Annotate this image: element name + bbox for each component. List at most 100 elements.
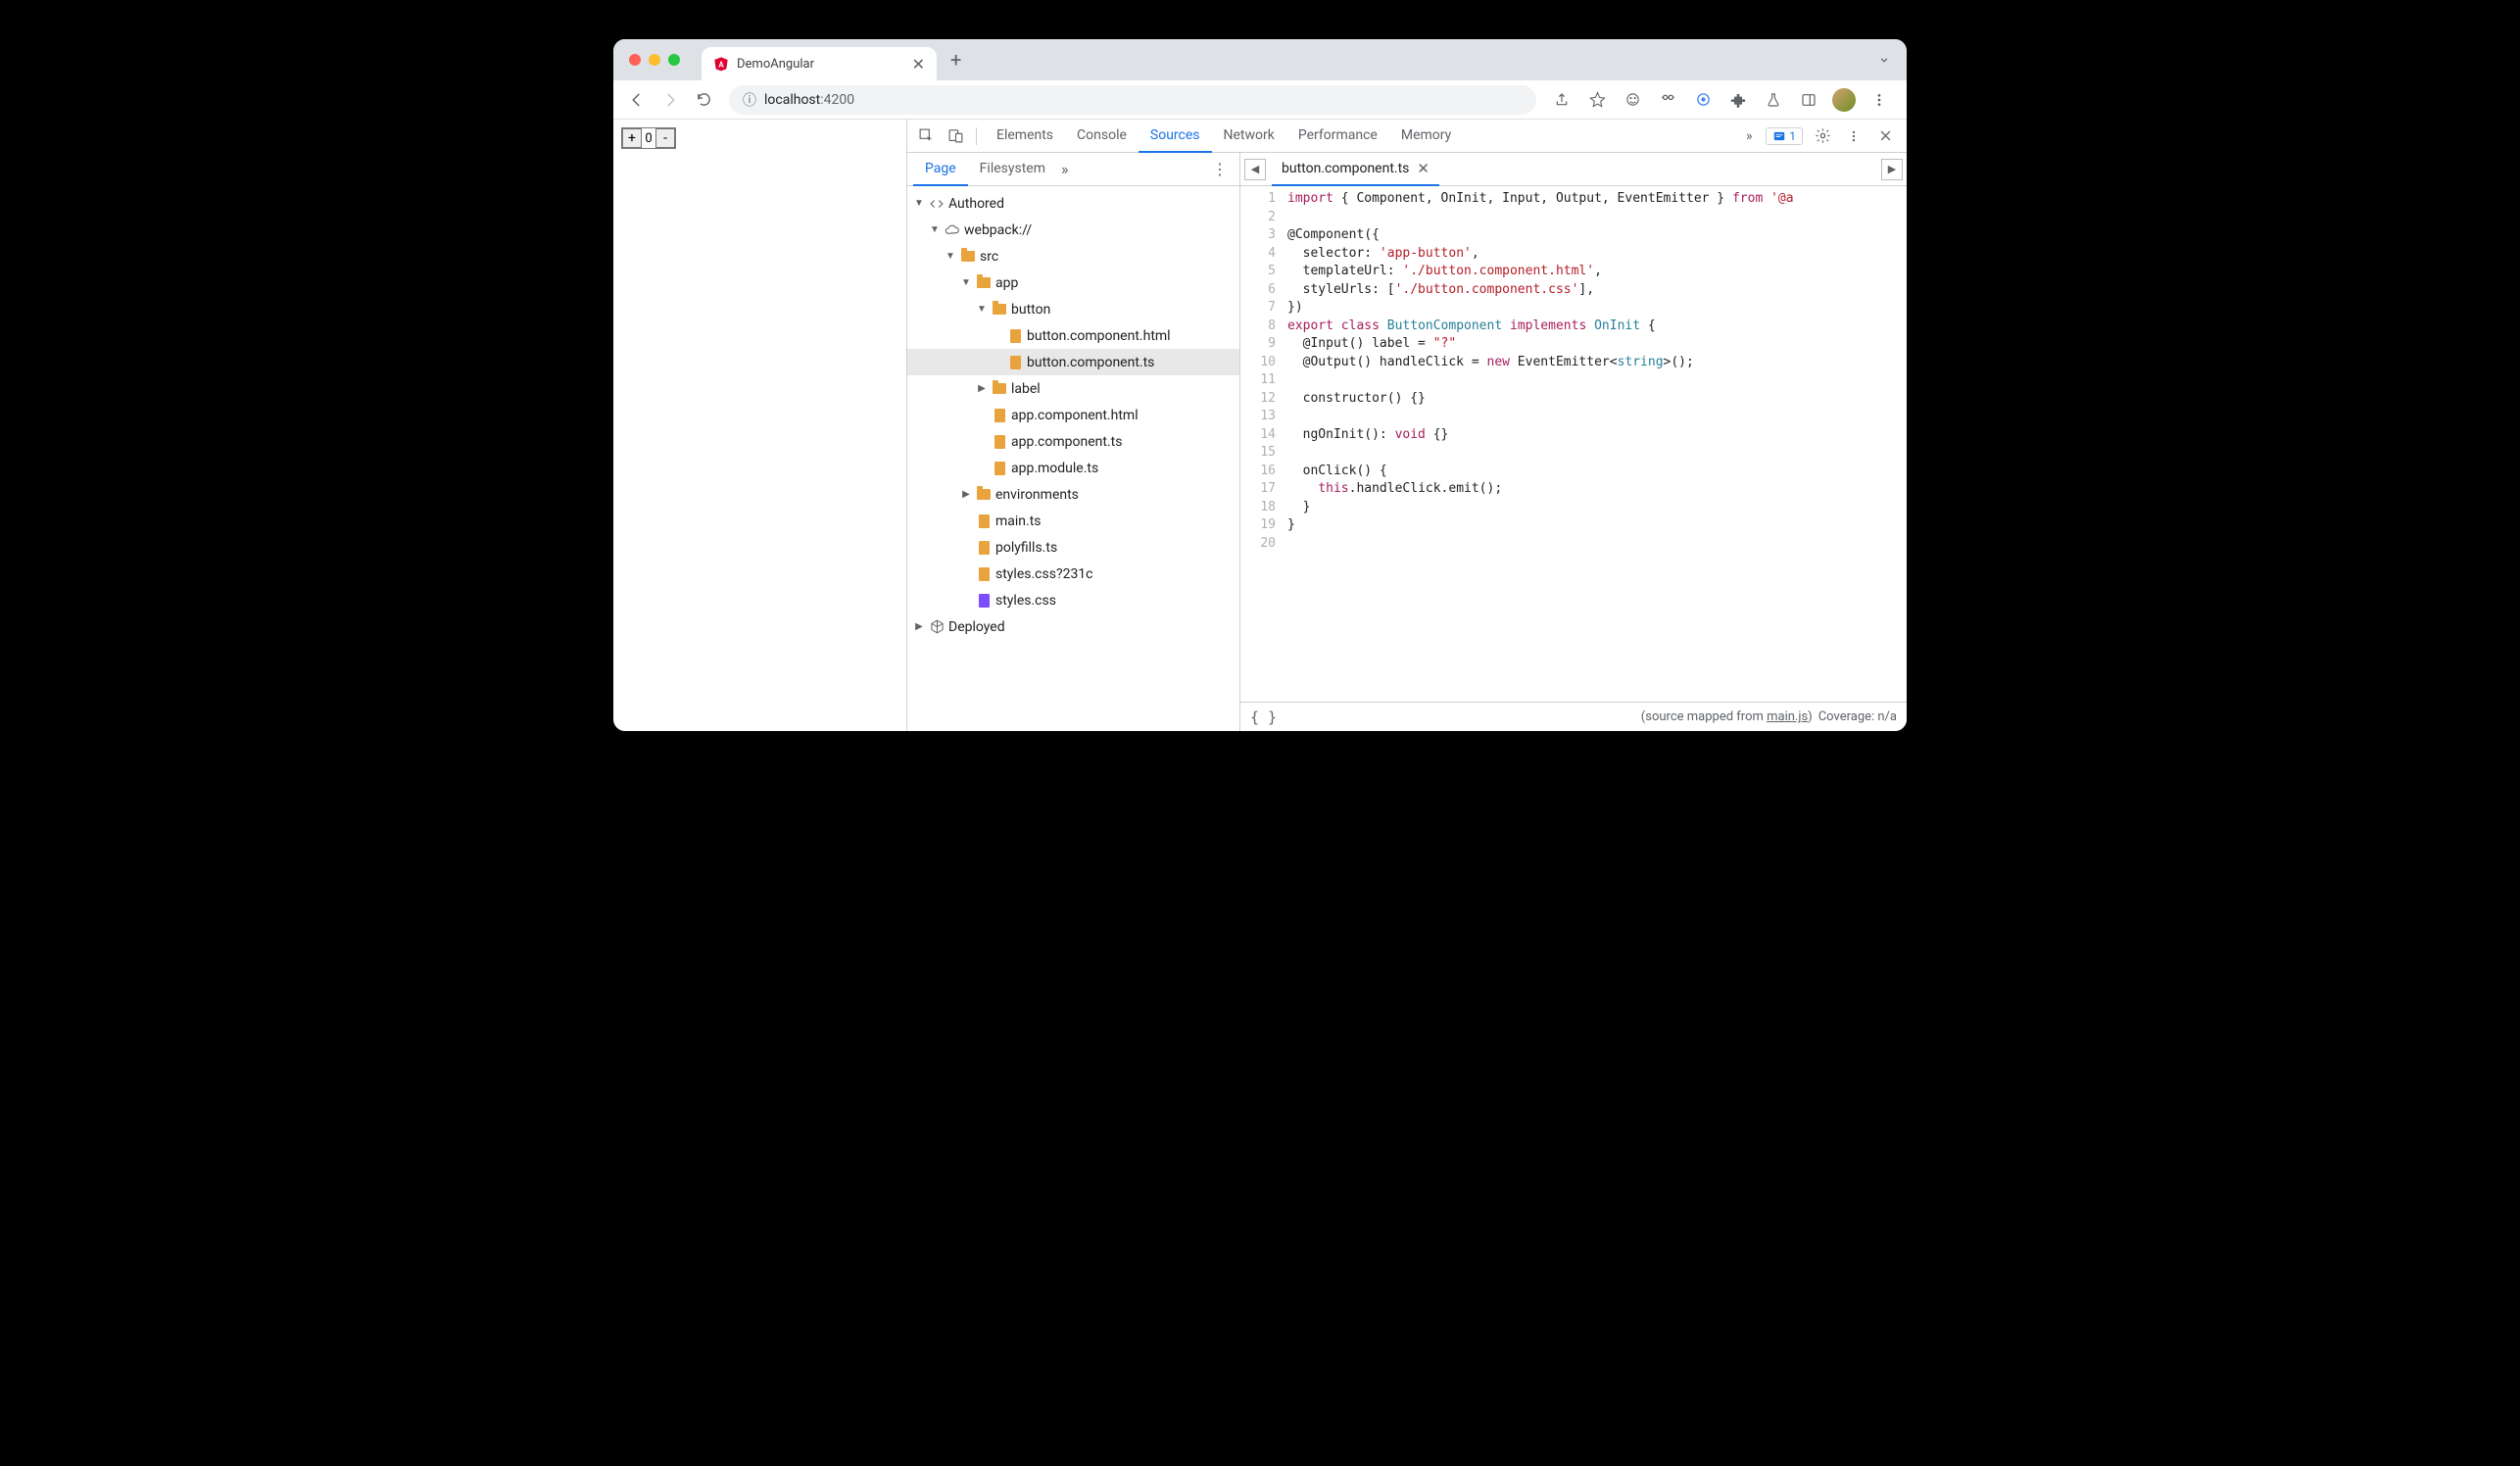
source-mapped-label: (source mapped from main.js) [1641, 709, 1813, 724]
side-panel-icon[interactable] [1795, 86, 1822, 114]
tree-label-folder[interactable]: ▶label [907, 375, 1239, 402]
extensions-icon[interactable] [1724, 86, 1752, 114]
devtools-tab-memory[interactable]: Memory [1389, 120, 1463, 153]
toolbar-icons [1548, 86, 1897, 114]
tree-webpack[interactable]: ▼webpack:// [907, 217, 1239, 243]
nav-menu-icon[interactable]: ⋮ [1206, 160, 1234, 178]
url-port: :4200 [820, 92, 854, 108]
devtools-tab-elements[interactable]: Elements [985, 120, 1065, 153]
coverage-label: Coverage: n/a [1818, 709, 1897, 724]
minimize-window-button[interactable] [649, 54, 660, 66]
forward-button[interactable] [656, 86, 684, 114]
devtools-tab-console[interactable]: Console [1065, 120, 1139, 153]
nav-tab-filesystem[interactable]: Filesystem [968, 153, 1057, 186]
devtools-menu-icon[interactable] [1842, 124, 1866, 148]
pretty-print-icon[interactable]: { } [1250, 709, 1277, 726]
extension-icon-2[interactable] [1654, 86, 1681, 114]
new-tab-button[interactable]: + [937, 48, 975, 72]
devtools-tabs: ElementsConsoleSourcesNetworkPerformance… [985, 120, 1732, 153]
file-icon [976, 513, 992, 529]
toggle-debugger-icon[interactable]: ▶ [1881, 159, 1903, 180]
nav-more-tabs-icon[interactable]: » [1061, 160, 1069, 178]
profile-avatar[interactable] [1830, 86, 1858, 114]
file-icon [992, 408, 1007, 423]
editor-pane: ◀ button.component.ts ✕ ▶ 12345678910111… [1240, 153, 1907, 731]
inspect-element-icon[interactable] [913, 123, 939, 149]
source-map-link[interactable]: main.js [1767, 709, 1808, 724]
tree-file[interactable]: ▶app.component.ts [907, 428, 1239, 455]
tree-file[interactable]: ▶styles.css?231c [907, 561, 1239, 587]
settings-icon[interactable] [1811, 124, 1834, 148]
devtools-tab-network[interactable]: Network [1212, 120, 1286, 153]
tree-authored[interactable]: ▼Authored [907, 190, 1239, 217]
tree-file[interactable]: ▶app.module.ts [907, 455, 1239, 481]
close-editor-tab-icon[interactable]: ✕ [1417, 160, 1430, 177]
code-content[interactable]: import { Component, OnInit, Input, Outpu… [1284, 186, 1907, 702]
more-tabs-icon[interactable]: » [1736, 123, 1762, 149]
browser-menu-icon[interactable] [1866, 86, 1893, 114]
editor-tabs: ◀ button.component.ts ✕ ▶ [1240, 153, 1907, 186]
tree-button-folder[interactable]: ▼button [907, 296, 1239, 322]
maximize-window-button[interactable] [668, 54, 680, 66]
tree-environments-folder[interactable]: ▶environments [907, 481, 1239, 508]
toggle-navigator-icon[interactable]: ◀ [1244, 159, 1266, 180]
browser-tab[interactable]: A DemoAngular ✕ [702, 47, 937, 80]
editor-tab[interactable]: button.component.ts ✕ [1272, 153, 1439, 186]
site-info-icon[interactable]: ⓘ [743, 90, 756, 110]
code-editor[interactable]: 1234567891011121314151617181920 import {… [1240, 186, 1907, 702]
bookmark-icon[interactable] [1583, 86, 1611, 114]
tab-title: DemoAngular [737, 57, 814, 72]
tree-src[interactable]: ▼src [907, 243, 1239, 269]
tree-deployed[interactable]: ▶Deployed [907, 613, 1239, 640]
tree-file-selected[interactable]: ▶button.component.ts [907, 349, 1239, 375]
file-icon [976, 540, 992, 556]
tree-file[interactable]: ▶button.component.html [907, 322, 1239, 349]
decrement-button[interactable]: - [655, 128, 675, 148]
file-icon [1007, 355, 1023, 370]
folder-icon [976, 275, 992, 291]
main-content: + 0 - ElementsConsoleSourcesNetworkPerfo… [613, 120, 1907, 731]
page-viewport: + 0 - [613, 120, 907, 731]
tree-file[interactable]: ▶main.ts [907, 508, 1239, 534]
sources-navigator: Page Filesystem » ⋮ ▼Authored ▼webpack:/… [907, 153, 1240, 731]
line-gutter: 1234567891011121314151617181920 [1240, 186, 1284, 702]
devtools-tab-sources[interactable]: Sources [1139, 120, 1212, 153]
tree-app[interactable]: ▼app [907, 269, 1239, 296]
tab-dropdown-button[interactable] [1862, 53, 1907, 67]
tree-file[interactable]: ▶app.component.html [907, 402, 1239, 428]
devtools-tab-performance[interactable]: Performance [1286, 120, 1389, 153]
file-tree: ▼Authored ▼webpack:// ▼src ▼app ▼button … [907, 186, 1239, 731]
devtools-toolbar: ElementsConsoleSourcesNetworkPerformance… [907, 120, 1907, 153]
angular-favicon: A [713, 56, 729, 72]
share-icon[interactable] [1548, 86, 1575, 114]
file-icon [992, 461, 1007, 476]
tree-file[interactable]: ▶polyfills.ts [907, 534, 1239, 561]
device-mode-icon[interactable] [943, 123, 968, 149]
extension-icon-1[interactable] [1619, 86, 1646, 114]
window-controls [621, 54, 692, 66]
file-icon [976, 566, 992, 582]
reload-button[interactable] [690, 86, 717, 114]
file-icon [1007, 328, 1023, 344]
close-tab-button[interactable]: ✕ [912, 55, 925, 73]
browser-window: A DemoAngular ✕ + ⓘ localhost:4200 [613, 39, 1907, 731]
issues-count: 1 [1789, 129, 1796, 143]
cloud-icon [945, 222, 960, 238]
tree-file[interactable]: ▶styles.css [907, 587, 1239, 613]
url-input[interactable]: ⓘ localhost:4200 [729, 85, 1536, 115]
labs-icon[interactable] [1760, 86, 1787, 114]
close-devtools-icon[interactable] [1873, 124, 1897, 148]
close-window-button[interactable] [629, 54, 641, 66]
folder-icon [992, 302, 1007, 318]
extension-icon-3[interactable] [1689, 86, 1717, 114]
code-icon [929, 196, 945, 212]
file-icon [992, 434, 1007, 450]
back-button[interactable] [623, 86, 651, 114]
sources-panel: Page Filesystem » ⋮ ▼Authored ▼webpack:/… [907, 153, 1907, 731]
folder-icon [976, 487, 992, 503]
issues-badge[interactable]: 1 [1766, 127, 1803, 145]
increment-button[interactable]: + [622, 128, 642, 148]
nav-tab-page[interactable]: Page [913, 153, 968, 186]
navigator-tabs: Page Filesystem » ⋮ [907, 153, 1239, 186]
svg-text:A: A [718, 60, 724, 69]
